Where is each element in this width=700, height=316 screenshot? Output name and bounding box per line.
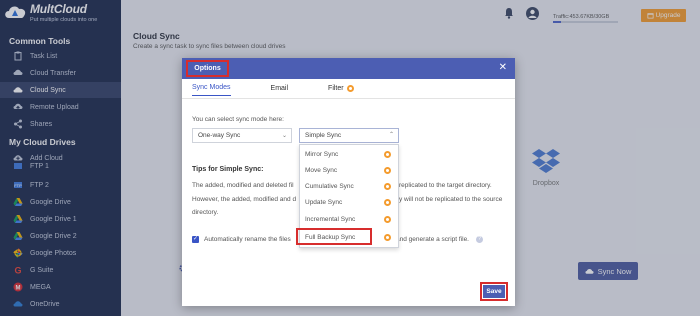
dropdown-item-label: Incremental Sync [305,215,356,223]
sync-direction-select[interactable]: One-way Sync ⌄ [192,128,292,143]
dropdown-item-label: Cumulative Sync [305,182,354,190]
dropdown-item-move-sync[interactable]: Move Sync [300,162,398,178]
premium-badge-icon [384,215,391,223]
premium-badge-icon [346,84,354,92]
chevron-down-icon: ⌄ [281,133,287,139]
dropdown-item-label: Mirror Sync [305,150,339,158]
sync-mode-hint: You can select sync mode here: [192,116,284,123]
tips-text-line-2: However, the added, modified and d [192,196,297,203]
close-icon[interactable]: ✕ [499,63,507,73]
help-icon[interactable]: ? [476,236,483,243]
tabs-divider [182,98,515,99]
save-button[interactable]: Save [483,285,505,298]
tab-filter[interactable]: Filter [328,84,354,96]
tips-text-line-3: directory. [192,209,219,216]
premium-badge-icon [384,198,391,206]
save-label: Save [486,288,502,295]
tips-text-line-1: The added, modified and deleted fil [192,182,294,189]
dialog-header: Options ✕ [182,58,515,79]
tab-email[interactable]: Email [271,84,289,96]
dropdown-item-label: Update Sync [305,198,343,206]
tips-text-line-2-end: y will not be replicated to the source [399,196,503,203]
premium-badge-icon [384,166,391,174]
tips-title: Tips for Simple Sync: [192,166,264,173]
premium-badge-icon [384,150,391,158]
premium-badge-icon [384,182,391,190]
options-tabs: Sync Modes Email Filter [192,84,394,96]
dropdown-item-incremental-sync[interactable]: Incremental Sync [300,211,398,227]
save-button-highlight: Save [480,282,508,301]
auto-rename-checkbox[interactable]: ✓ [192,236,199,243]
full-backup-sync-highlight [296,228,372,245]
sync-direction-value: One-way Sync [198,132,241,139]
dropdown-item-update-sync[interactable]: Update Sync [300,194,398,210]
dropdown-item-label: Move Sync [305,166,338,174]
tab-label: Sync Modes [192,84,231,91]
tab-label: Email [270,84,289,92]
tab-sync-modes[interactable]: Sync Modes [192,84,231,96]
tab-label: Filter [328,84,344,92]
auto-rename-label: Automatically rename the files [204,236,291,243]
dialog-title: Options [186,60,229,77]
auto-rename-label-end: and generate a script file. [396,236,469,243]
dropdown-item-cumulative-sync[interactable]: Cumulative Sync [300,178,398,194]
sync-type-select[interactable]: Simple Sync ⌃ [299,128,399,143]
premium-badge-icon [384,233,391,241]
dropdown-item-mirror-sync[interactable]: Mirror Sync [300,146,398,162]
sync-type-value: Simple Sync [305,132,342,139]
chevron-up-icon: ⌃ [388,132,394,138]
tips-text-line-1-end: replicated to the target directory. [399,182,492,189]
